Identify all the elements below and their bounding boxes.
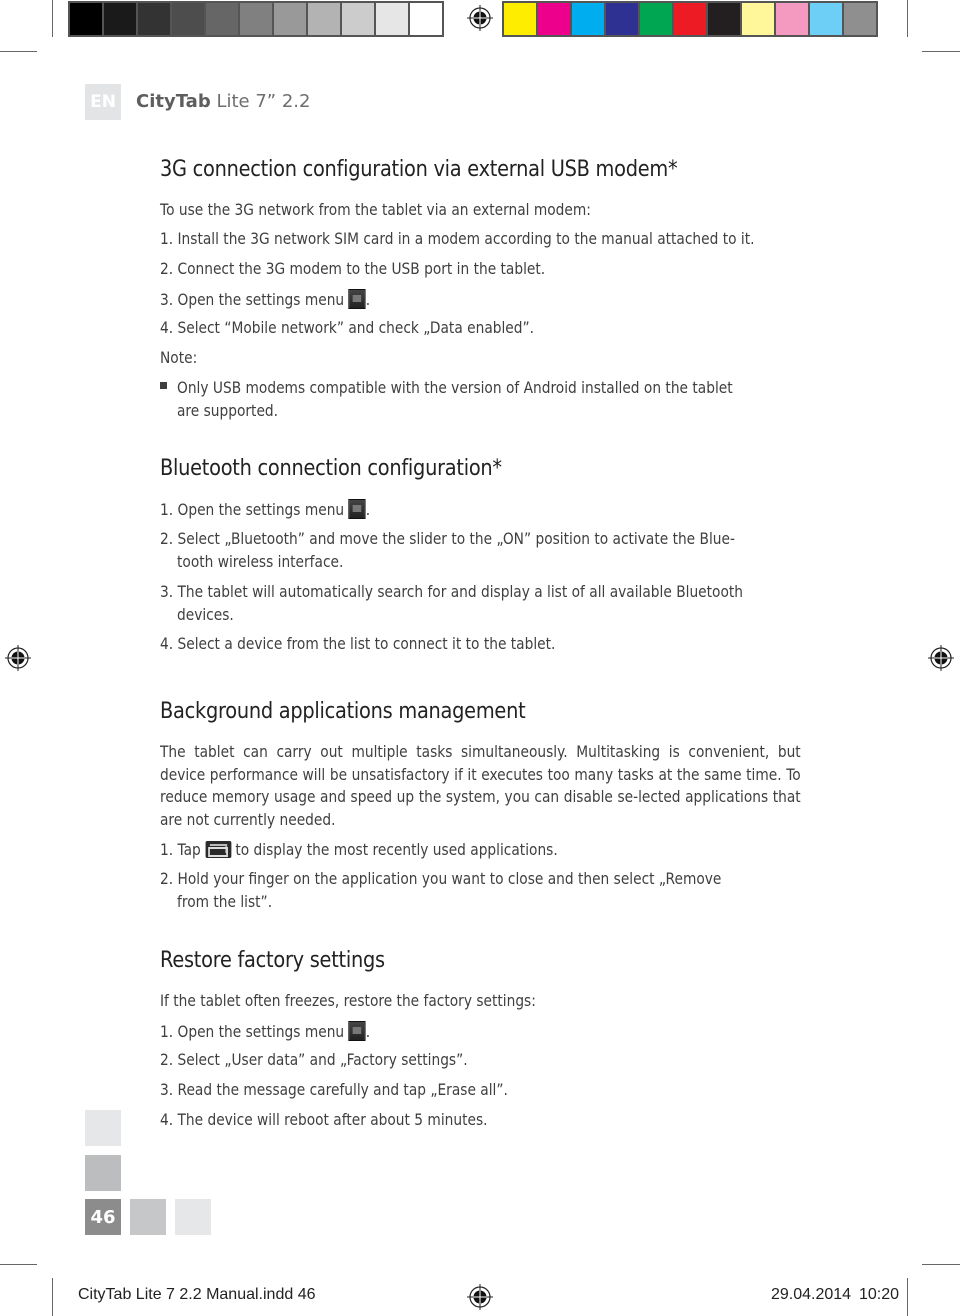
color-swatch bbox=[844, 3, 876, 35]
decorative-block bbox=[85, 1110, 121, 1146]
step-text: 1. Open the settings menu bbox=[160, 1022, 345, 1041]
color-swatch bbox=[240, 3, 272, 35]
settings-icon bbox=[348, 499, 366, 519]
factory-step-3: 3. Read the message carefully and tap „E… bbox=[160, 1080, 508, 1099]
section-title-bluetooth: Bluetooth connection configuration* bbox=[160, 456, 502, 481]
usb-modem-step-2: 2. Connect the 3G modem to the USB port … bbox=[160, 259, 546, 278]
background-apps-paragraph: The tablet can carry out multiple tasks … bbox=[160, 742, 801, 830]
decorative-block bbox=[85, 1155, 121, 1191]
note-line-2: are supported. bbox=[177, 401, 279, 420]
section-title-usb-modem: 3G connection configuration via external… bbox=[160, 157, 678, 182]
color-swatch bbox=[70, 3, 102, 35]
factory-step-4: 4. The device will reboot after about 5 … bbox=[160, 1110, 488, 1129]
factory-intro: If the tablet often freezes, restore the… bbox=[160, 991, 536, 1010]
bluetooth-step-4: 4. Select a device from the list to conn… bbox=[160, 634, 556, 653]
registration-mark-icon bbox=[5, 645, 31, 671]
registration-mark-icon bbox=[467, 5, 493, 31]
settings-icon bbox=[348, 289, 366, 309]
color-swatch bbox=[308, 3, 340, 35]
usb-modem-step-3: 3. Open the settings menu . bbox=[160, 289, 371, 309]
crop-mark bbox=[922, 1264, 960, 1265]
crop-mark bbox=[0, 51, 37, 52]
page-number: 46 bbox=[85, 1199, 121, 1235]
crop-mark bbox=[922, 51, 960, 52]
color-swatch bbox=[776, 3, 808, 35]
color-swatch bbox=[504, 3, 536, 35]
usb-modem-step-1: 1. Install the 3G network SIM card in a … bbox=[160, 229, 755, 248]
header-model: Lite 7” 2.2 bbox=[216, 91, 311, 112]
note-label: Note: bbox=[160, 348, 198, 367]
recent-apps-icon bbox=[205, 841, 231, 858]
footer-time: 10:20 bbox=[859, 1286, 900, 1303]
color-swatch bbox=[640, 3, 672, 35]
bluetooth-step-3-cont: devices. bbox=[177, 605, 234, 624]
grayscale-color-bar bbox=[68, 1, 444, 37]
color-swatch bbox=[708, 3, 740, 35]
color-swatch bbox=[172, 3, 204, 35]
color-swatch bbox=[104, 3, 136, 35]
background-apps-step-1: 1. Tap to display the most recently used… bbox=[160, 840, 558, 859]
crop-mark bbox=[52, 1278, 53, 1316]
bluetooth-step-2: 2. Select „Bluetooth” and move the slide… bbox=[160, 529, 735, 548]
language-badge: EN bbox=[85, 84, 121, 120]
footer-filename: CityTab Lite 7 2.2 Manual.indd 46 bbox=[78, 1286, 316, 1303]
section-title-factory: Restore factory settings bbox=[160, 948, 385, 973]
color-swatch bbox=[606, 3, 638, 35]
step-text: 1. Tap bbox=[160, 840, 201, 859]
factory-step-1: 1. Open the settings menu . bbox=[160, 1021, 371, 1041]
section-title-background-apps: Background applications management bbox=[160, 699, 526, 724]
footer-date: 29.04.2014 bbox=[771, 1286, 852, 1303]
decorative-block bbox=[130, 1199, 166, 1235]
factory-step-2: 2. Select „User data” and „Factory setti… bbox=[160, 1050, 468, 1069]
settings-icon bbox=[348, 1021, 366, 1041]
crop-mark bbox=[52, 0, 53, 37]
step-text: 3. Open the settings menu bbox=[160, 290, 345, 309]
usb-modem-step-4: 4. Select “Mobile network” and check „Da… bbox=[160, 318, 535, 337]
registration-mark-icon bbox=[467, 1284, 493, 1310]
step-text: 1. Open the settings menu bbox=[160, 500, 345, 519]
bluetooth-step-3: 3. The tablet will automatically search … bbox=[160, 582, 743, 601]
color-swatch bbox=[342, 3, 374, 35]
bluetooth-step-2-cont: tooth wireless interface. bbox=[177, 552, 344, 571]
registration-mark-icon bbox=[928, 645, 954, 671]
bluetooth-step-1: 1. Open the settings menu . bbox=[160, 499, 371, 519]
color-swatch bbox=[206, 3, 238, 35]
background-apps-step-2-cont: from the list”. bbox=[177, 892, 273, 911]
usb-modem-intro: To use the 3G network from the tablet vi… bbox=[160, 200, 591, 219]
background-apps-step-2: 2. Hold your finger on the application y… bbox=[160, 869, 722, 888]
color-swatch bbox=[742, 3, 774, 35]
bullet-icon bbox=[160, 382, 167, 389]
crop-mark bbox=[907, 1278, 908, 1316]
color-swatch bbox=[572, 3, 604, 35]
color-swatch bbox=[274, 3, 306, 35]
header-title: CityTab Lite 7” 2.2 bbox=[136, 91, 310, 112]
decorative-block bbox=[175, 1199, 211, 1235]
crop-mark bbox=[907, 0, 908, 37]
color-swatch bbox=[410, 3, 442, 35]
note-line-1: Only USB modems compatible with the vers… bbox=[177, 378, 733, 397]
color-swatch bbox=[674, 3, 706, 35]
color-swatch bbox=[138, 3, 170, 35]
header-brand: CityTab bbox=[136, 91, 211, 112]
process-color-bar bbox=[502, 1, 878, 37]
crop-mark bbox=[0, 1264, 37, 1265]
color-swatch bbox=[538, 3, 570, 35]
color-swatch bbox=[810, 3, 842, 35]
step-text: to display the most recently used applic… bbox=[235, 840, 558, 859]
color-swatch bbox=[376, 3, 408, 35]
